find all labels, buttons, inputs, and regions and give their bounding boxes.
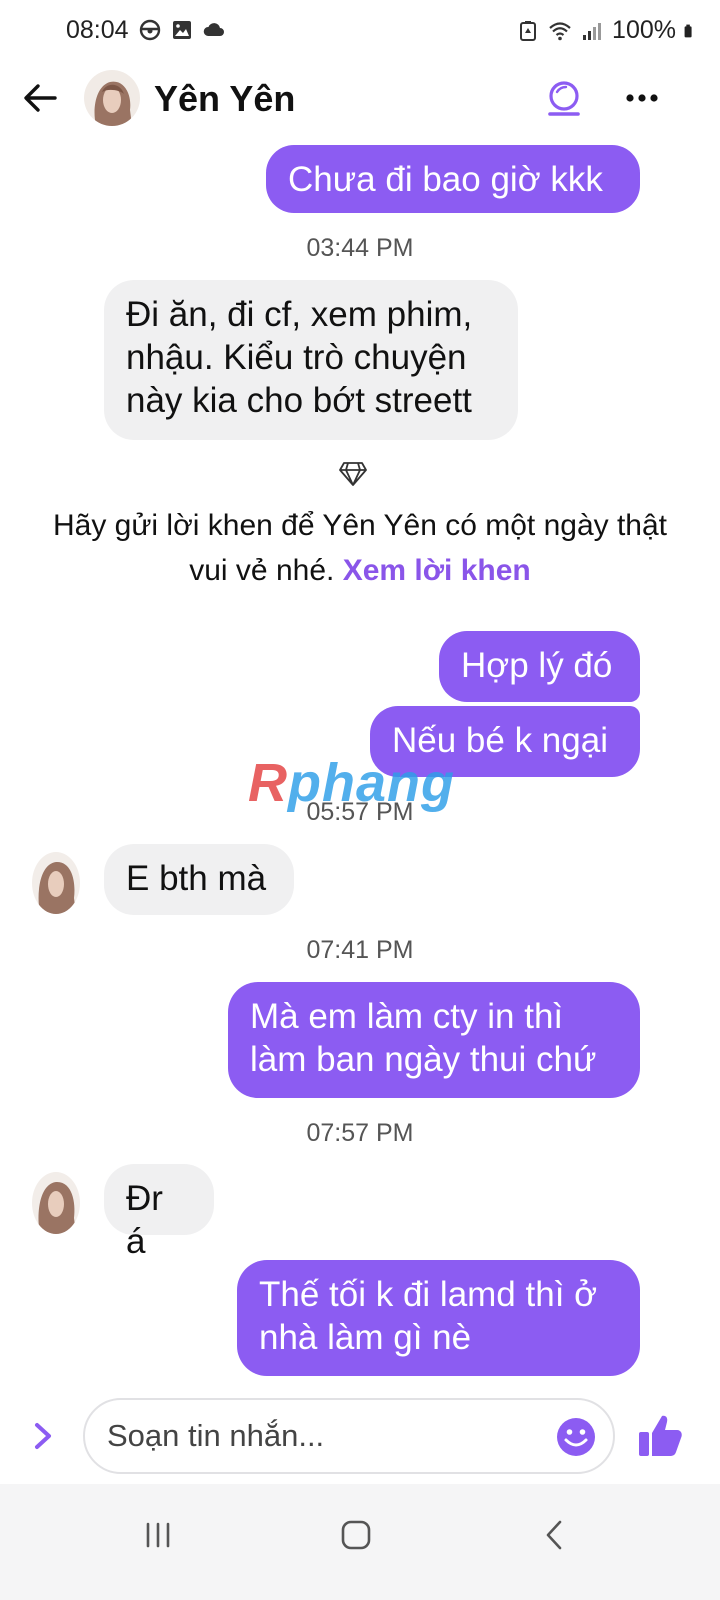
- chat-header: Yên Yên: [0, 62, 720, 138]
- diamond-icon: [339, 462, 367, 486]
- view-compliments-link[interactable]: Xem lời khen: [343, 554, 531, 587]
- signal-icon: [583, 22, 602, 40]
- status-bar: 08:04 100%: [0, 0, 720, 62]
- sender-avatar[interactable]: [32, 1172, 80, 1234]
- back-arrow-icon: [24, 84, 57, 112]
- wifi-icon: [549, 21, 571, 40]
- status-icons-left: [138, 18, 226, 42]
- compliment-prompt: Hãy gửi lời khen để Yên Yên có một ngày …: [30, 503, 690, 593]
- cloud-icon: [203, 23, 224, 36]
- like-button[interactable]: [636, 1412, 684, 1460]
- more-icon: [626, 94, 658, 102]
- contact-name[interactable]: Yên Yên: [154, 78, 295, 120]
- recent-apps-icon: [146, 1522, 170, 1548]
- status-time: 08:04: [66, 16, 129, 44]
- message-outgoing[interactable]: Chưa đi bao giờ kkk: [266, 145, 640, 213]
- avatar-image: [32, 1172, 80, 1234]
- battery-saver-icon: [520, 20, 537, 41]
- back-icon: [546, 1520, 562, 1550]
- more-button[interactable]: [618, 74, 666, 122]
- theme-icon: [548, 81, 580, 116]
- message-incoming[interactable]: Đr á: [104, 1164, 214, 1261]
- back-button[interactable]: [18, 76, 62, 120]
- timestamp: 03:44 PM: [306, 234, 414, 262]
- navigation-bar: [0, 1484, 720, 1600]
- message-outgoing[interactable]: Nếu bé k ngại: [370, 706, 640, 777]
- message-incoming[interactable]: E bth mà: [104, 844, 294, 915]
- theme-button[interactable]: [540, 74, 588, 122]
- message-outgoing[interactable]: Mà em làm cty in thì làm ban ngày thui c…: [228, 982, 640, 1098]
- avatar-image: [84, 70, 140, 126]
- timestamp: 07:41 PM: [306, 936, 414, 964]
- emoji-icon: [557, 1418, 595, 1456]
- home-button[interactable]: [326, 1510, 386, 1560]
- sender-avatar[interactable]: [32, 852, 80, 914]
- nav-back-button[interactable]: [524, 1510, 584, 1560]
- emoji-button[interactable]: [555, 1416, 597, 1458]
- composer: [0, 1388, 720, 1484]
- timestamp: 05:57 PM: [306, 798, 414, 826]
- status-icons-right: 100%: [516, 16, 698, 45]
- timestamp: 07:57 PM: [306, 1119, 414, 1147]
- thumbs-up-icon: [639, 1415, 682, 1456]
- home-icon: [341, 1520, 371, 1550]
- message-input[interactable]: [83, 1398, 615, 1474]
- chevron-right-icon: [35, 1423, 51, 1449]
- image-icon: [173, 21, 191, 39]
- avatar-image: [32, 852, 80, 914]
- message-outgoing[interactable]: Thế tối k đi lamd thì ở nhà làm gì nè: [237, 1260, 640, 1376]
- battery-icon: [684, 24, 692, 37]
- steering-wheel-icon: [139, 19, 161, 41]
- battery-percent: 100%: [612, 16, 676, 44]
- avatar[interactable]: [84, 70, 140, 126]
- message-outgoing[interactable]: Hợp lý đó: [439, 631, 640, 702]
- message-incoming[interactable]: Đi ăn, đi cf, xem phim, nhậu. Kiểu trò c…: [104, 280, 518, 440]
- recent-apps-button[interactable]: [128, 1510, 188, 1560]
- expand-button[interactable]: [26, 1416, 60, 1456]
